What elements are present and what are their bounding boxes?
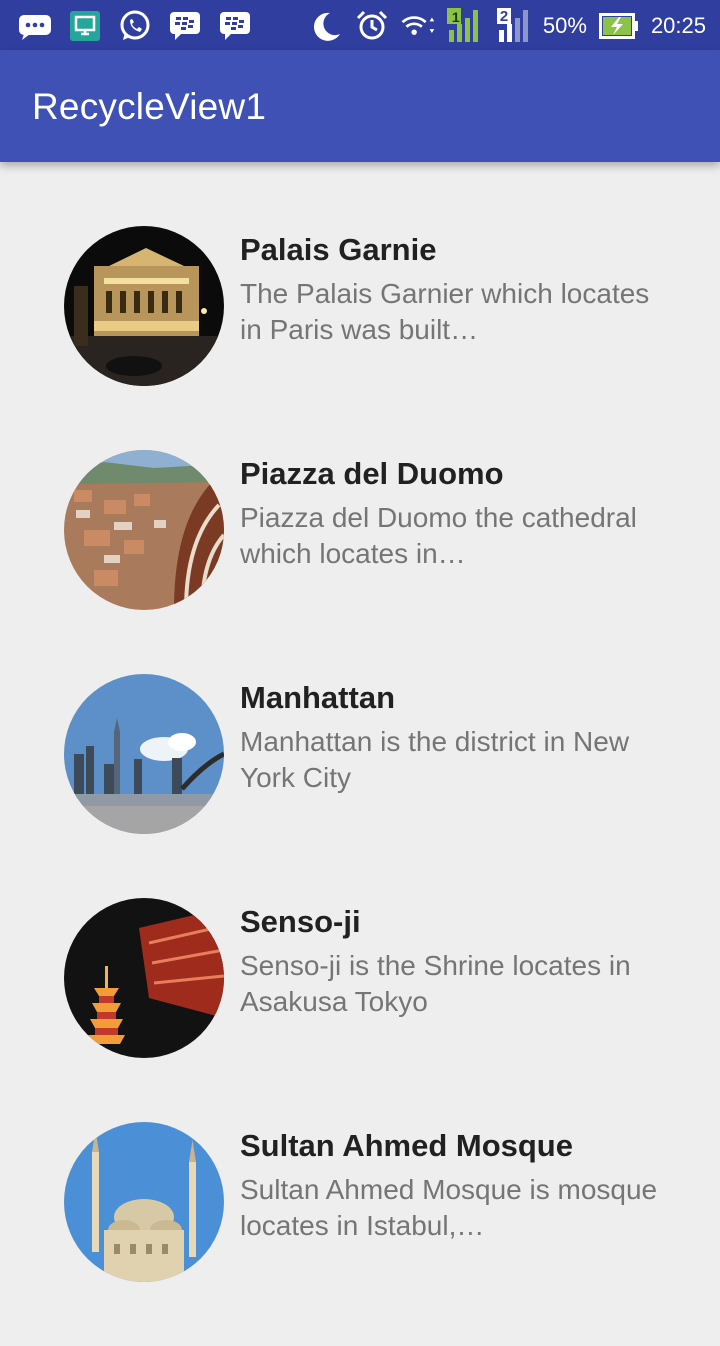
sim1-label: 1 [451, 9, 460, 25]
item-title: Senso-ji [240, 904, 361, 939]
whatsapp-icon [118, 9, 152, 43]
signal-icon: 2 [496, 8, 531, 43]
list-item[interactable]: Manhattan Manhattan is the district in N… [0, 674, 720, 898]
list-item[interactable]: Piazza del Duomo Piazza del Duomo the ca… [0, 450, 720, 674]
status-bar: 1 2 50% 20:25 [0, 0, 720, 50]
app-bar: RecycleView1 [0, 50, 720, 162]
screen-share-icon [68, 9, 102, 43]
palais-garnier-photo [64, 226, 224, 386]
item-description: Manhattan is the district in New York Ci… [240, 726, 630, 793]
alarm-icon [355, 9, 389, 43]
manhattan-photo [64, 674, 224, 834]
app-title: RecycleView1 [32, 86, 267, 127]
moon-icon [309, 9, 343, 43]
list-item[interactable]: Sultan Ahmed Mosque Sultan Ahmed Mosque … [0, 1122, 720, 1346]
message-icon [18, 9, 52, 43]
battery-charging-icon [598, 9, 639, 43]
piazza-del-duomo-photo [64, 450, 224, 610]
item-title: Piazza del Duomo [240, 456, 504, 491]
system-indicators: 1 2 50% 20:25 [309, 8, 706, 44]
senso-ji-photo [64, 898, 224, 1058]
item-description: Piazza del Duomo the cathedral which loc… [240, 502, 637, 569]
battery-percent: 50% [542, 13, 587, 38]
signal-icon: 1 [446, 8, 485, 43]
item-description: Sultan Ahmed Mosque is mosque locates in… [240, 1174, 658, 1241]
item-description: Senso-ji is the Shrine locates in Asakus… [240, 950, 631, 1017]
wifi-icon [401, 9, 435, 43]
sim2-label: 2 [499, 8, 509, 25]
bbm-icon [218, 9, 252, 43]
sultan-ahmed-mosque-photo [64, 1122, 224, 1282]
bbm-icon [168, 9, 202, 43]
item-title: Palais Garnie [240, 232, 437, 267]
clock: 20:25 [650, 13, 706, 38]
notification-icons [18, 8, 252, 44]
item-title: Manhattan [240, 680, 395, 715]
item-description: The Palais Garnier which locates in Pari… [240, 278, 650, 345]
list-item[interactable]: Palais Garnie The Palais Garnier which l… [0, 226, 720, 450]
item-title: Sultan Ahmed Mosque [240, 1128, 573, 1163]
list-item[interactable]: Senso-ji Senso-ji is the Shrine locates … [0, 898, 720, 1122]
